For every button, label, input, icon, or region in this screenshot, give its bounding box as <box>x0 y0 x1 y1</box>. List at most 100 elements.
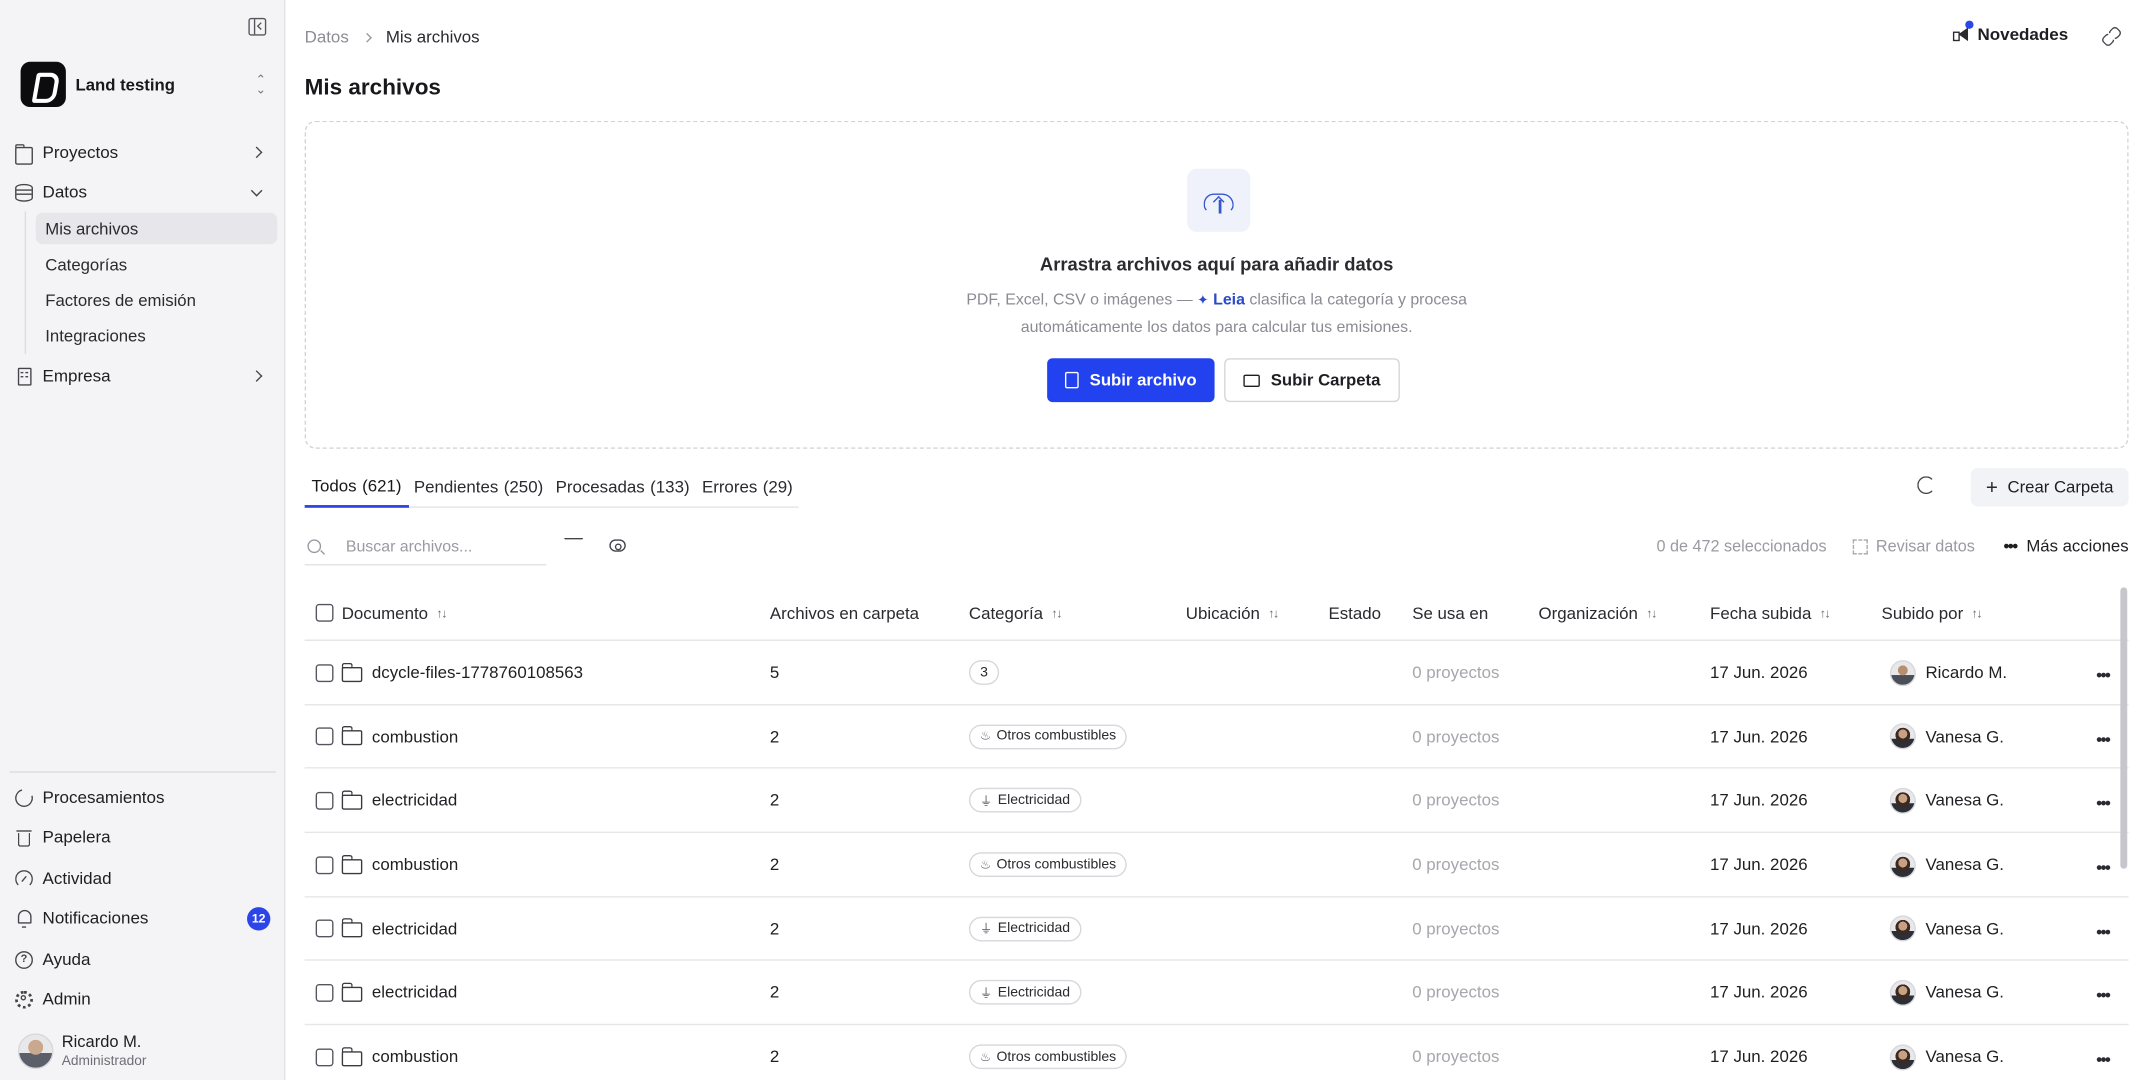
col-archivos: Archivos en carpeta <box>770 604 919 623</box>
link-icon[interactable] <box>2097 22 2122 47</box>
category-chip: ♨ Otros combustibles <box>968 724 1128 749</box>
document-name[interactable]: electricidad <box>372 983 457 1002</box>
sidebar-item-ayuda[interactable]: ? Ayuda <box>15 941 270 977</box>
tab-errores[interactable]: Errores (29) <box>695 467 800 508</box>
table-row[interactable]: combustion 2 ♨ Otros combustibles 0 proye… <box>305 1025 2129 1080</box>
search-input[interactable] <box>345 537 538 556</box>
create-folder-button[interactable]: + Crear Carpeta <box>1970 467 2129 507</box>
table-row[interactable]: electricidad 2 ⏚ Electricidad 0 proyectos… <box>304 769 2129 834</box>
table-row[interactable]: dcycle-files-1778760108563 5 3 0 proyect… <box>304 641 2129 705</box>
sidebar-item-actividad[interactable]: Actividad <box>15 860 270 896</box>
flame-icon: ♨ <box>979 729 991 743</box>
collapse-sidebar-icon[interactable] <box>248 17 267 36</box>
used-in: 0 proyectos <box>1412 855 1500 875</box>
sidebar-item-datos[interactable]: Datos <box>15 174 270 210</box>
folder-icon <box>341 982 363 1002</box>
more-horizontal-icon: ••• <box>2003 536 2019 556</box>
category-chip: ♨ Otros combustibles <box>968 852 1128 878</box>
category-chip: ⏚ Electricidad <box>968 788 1082 813</box>
sidebar-item-procesamientos[interactable]: Procesamientos <box>11 780 270 816</box>
sidebar-item-label: Ayuda <box>42 949 91 969</box>
sidebar-item-notificaciones[interactable]: Notificaciones 12 <box>15 900 271 936</box>
novedades-button[interactable]: Novedades <box>1952 19 2068 44</box>
filter-icon[interactable] <box>564 538 580 554</box>
row-more-icon[interactable]: ••• <box>2096 922 2111 941</box>
uploaded-by: Vanesa G. <box>1925 1047 2004 1067</box>
tab-pendientes[interactable]: Pendientes (250) <box>407 467 550 508</box>
row-more-icon[interactable]: ••• <box>2096 666 2111 685</box>
avatar <box>1889 1043 1916 1070</box>
column-label: Estado <box>1328 603 1382 624</box>
header-checkbox[interactable] <box>315 603 334 622</box>
row-more-icon[interactable]: ••• <box>2096 986 2111 1005</box>
row-checkbox[interactable] <box>315 727 334 746</box>
row-more-icon[interactable]: ••• <box>2096 794 2111 813</box>
col-ubicacion[interactable]: Ubicación ↑↓ <box>1186 604 1279 623</box>
user-profile[interactable]: Ricardo M. Administrador <box>17 1032 146 1069</box>
chevron-up-down-icon: ⌃ ⌄ <box>255 72 266 96</box>
page-title: Mis archivos <box>304 75 441 101</box>
more-actions-button[interactable]: ••• Más acciones <box>2004 537 2129 556</box>
row-checkbox[interactable] <box>315 855 334 874</box>
row-more-icon[interactable]: ••• <box>2096 730 2111 749</box>
row-checkbox[interactable] <box>315 791 334 810</box>
review-data-button[interactable]: Revisar datos <box>1852 537 1975 556</box>
sidebar-item-papelera[interactable]: Papelera <box>15 819 270 855</box>
sidebar-item-categorias[interactable]: Categorías <box>36 248 278 280</box>
upload-folder-button[interactable]: Subir Carpeta <box>1224 358 1400 403</box>
files-count: 2 <box>769 791 780 811</box>
table-row[interactable]: combustion 2 ♨ Otros combustibles 0 proye… <box>304 705 2129 770</box>
col-organizacion[interactable]: Organización ↑↓ <box>1538 604 1657 623</box>
col-documento[interactable]: Documento ↑↓ <box>342 604 448 623</box>
sidebar: Land testing ⌃ ⌄ Proyectos Datos Mis arch… <box>0 0 286 1080</box>
col-categoria[interactable]: Categoría ↑↓ <box>969 604 1062 623</box>
row-checkbox[interactable] <box>315 663 334 682</box>
gauge-icon <box>15 869 33 888</box>
document-name[interactable]: combustion <box>372 1047 458 1066</box>
sidebar-item-integraciones[interactable]: Integraciones <box>36 320 278 352</box>
sidebar-item-admin[interactable]: Admin <box>15 981 270 1017</box>
table-scrollbar[interactable] <box>2120 587 2128 869</box>
upload-dropzone[interactable]: Arrastra archivos aquí para añadir datos… <box>304 120 2129 449</box>
select-all-checkbox[interactable] <box>315 603 334 622</box>
sparkle-icon: ✦ <box>1197 293 1209 309</box>
category-label: Otros combustibles <box>996 857 1117 873</box>
tab-label: Procesadas <box>555 477 645 497</box>
document-name[interactable]: dcycle-files-1778760108563 <box>372 663 583 682</box>
row-checkbox[interactable] <box>315 983 334 1002</box>
uploaded-by: Vanesa G. <box>1925 983 2004 1003</box>
breadcrumb-datos[interactable]: Datos <box>305 27 349 46</box>
sidebar-item-factores[interactable]: Factores de emisión <box>36 284 278 316</box>
document-name[interactable]: combustion <box>372 727 458 746</box>
sidebar-item-empresa[interactable]: Empresa <box>15 358 270 394</box>
table-row[interactable]: electricidad 2 ⏚ Electricidad 0 proyectos… <box>304 897 2129 962</box>
tab-procesadas[interactable]: Procesadas (133) <box>549 467 697 508</box>
row-checkbox[interactable] <box>315 919 334 938</box>
table-row[interactable]: combustion 2 ♨ Otros combustibles 0 proye… <box>304 833 2129 898</box>
leia-link[interactable]: Leia <box>1213 291 1245 309</box>
document-name[interactable]: electricidad <box>372 791 457 810</box>
tab-todos[interactable]: Todos (621) <box>304 467 409 508</box>
workspace-switcher[interactable]: Land testing ⌃ ⌄ <box>20 61 268 108</box>
status-tabs: Todos (621) Pendientes (250) Procesadas (13… <box>304 467 800 508</box>
document-name[interactable]: combustion <box>372 855 458 874</box>
row-more-icon[interactable]: ••• <box>2096 1050 2111 1069</box>
gear-icon <box>15 990 33 1009</box>
refresh-icon <box>11 785 37 810</box>
refresh-icon[interactable] <box>1917 476 1936 495</box>
tab-count: (29) <box>762 477 793 497</box>
column-label: Fecha subida <box>1710 603 1812 624</box>
uploaded-by: Vanesa G. <box>1925 855 2004 875</box>
sidebar-item-mis-archivos[interactable]: Mis archivos <box>35 212 278 245</box>
sidebar-item-proyectos[interactable]: Proyectos <box>14 134 270 170</box>
avatar <box>1889 787 1916 814</box>
upload-file-button[interactable]: Subir archivo <box>1047 358 1215 403</box>
row-checkbox[interactable] <box>315 1047 334 1066</box>
table-row[interactable]: electricidad 2 ⏚ Electricidad 0 proyectos… <box>304 961 2129 1026</box>
row-more-icon[interactable]: ••• <box>2096 858 2111 877</box>
dropzone-title: Arrastra archivos aquí para añadir datos <box>1039 253 1394 275</box>
eye-icon[interactable] <box>609 539 626 552</box>
document-name[interactable]: electricidad <box>372 919 457 938</box>
col-subido-por[interactable]: Subido por ↑↓ <box>1882 604 1983 623</box>
col-fecha[interactable]: Fecha subida ↑↓ <box>1710 603 1831 624</box>
